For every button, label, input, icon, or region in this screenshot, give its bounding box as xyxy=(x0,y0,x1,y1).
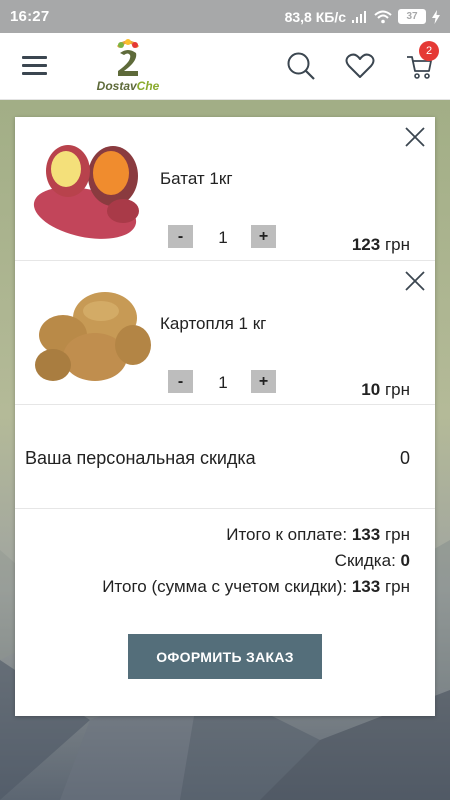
close-icon[interactable] xyxy=(403,269,427,293)
final-total-currency: грн xyxy=(384,577,410,596)
total-currency: грн xyxy=(384,525,410,544)
discount-total-row: Скидка: 0 xyxy=(102,548,410,574)
decrease-quantity-button[interactable]: - xyxy=(168,370,193,393)
item-price-currency: грн xyxy=(384,380,410,399)
quantity-value: 1 xyxy=(218,228,228,247)
order-totals: Итого к оплате: 133 грн Скидка: 0 Итого … xyxy=(102,522,410,600)
logo-text-accent: Che xyxy=(136,79,160,93)
search-icon[interactable] xyxy=(286,51,316,81)
logo[interactable]: DostavChe xyxy=(88,39,168,95)
network-speed: 83,8 КБ/с xyxy=(284,8,346,25)
increase-quantity-button[interactable]: + xyxy=(251,370,276,393)
total-label: Итого к оплате: xyxy=(226,525,348,544)
final-total-row: Итого (сумма с учетом скидки): 133 грн xyxy=(102,574,410,600)
total-row: Итого к оплате: 133 грн xyxy=(102,522,410,548)
personal-discount-label: Ваша персональная скидка xyxy=(25,448,256,468)
signal-icon xyxy=(352,10,368,23)
increase-quantity-button[interactable]: + xyxy=(251,225,276,248)
item-price-value: 10 xyxy=(361,380,381,399)
place-order-button[interactable]: ОФОРМИТЬ ЗАКАЗ xyxy=(128,634,322,679)
battery-icon: 37 xyxy=(398,9,426,24)
status-time: 16:27 xyxy=(10,8,50,25)
heart-icon[interactable] xyxy=(345,51,375,81)
logo-text-main: Dostav xyxy=(96,79,137,93)
item-name: Батат 1кг xyxy=(160,169,233,188)
item-price-currency: грн xyxy=(384,235,410,254)
charging-icon xyxy=(432,9,440,24)
discount-total-value: 0 xyxy=(400,551,410,570)
sweet-potato-image xyxy=(33,145,139,239)
potato-image xyxy=(35,292,151,381)
app-header: DostavChe 2 xyxy=(0,33,450,100)
menu-icon[interactable] xyxy=(22,56,47,76)
item-name: Картопля 1 кг xyxy=(160,314,267,333)
decrease-quantity-button[interactable]: - xyxy=(168,225,193,248)
quantity-value: 1 xyxy=(218,373,228,392)
item-price: 10 грн xyxy=(361,380,410,400)
cart-count-badge: 2 xyxy=(419,41,439,61)
status-indicators: 83,8 КБ/с 37 xyxy=(285,9,440,25)
personal-discount-row: Ваша персональная скидка 0 xyxy=(15,406,435,509)
final-total-value: 133 xyxy=(351,577,381,596)
wifi-icon xyxy=(374,10,392,23)
discount-total-label: Скидка: xyxy=(334,551,396,570)
status-bar: 16:27 83,8 КБ/с 37 xyxy=(0,0,450,33)
item-price-value: 123 xyxy=(351,235,381,254)
item-price: 123 грн xyxy=(352,235,410,255)
total-value: 133 xyxy=(351,525,381,544)
logo-mark-icon xyxy=(116,39,140,76)
cart-item: Батат 1кг - 1 + 123 грн xyxy=(15,117,435,261)
cart-card: Батат 1кг - 1 + 123 грн Картопля 1 кг - … xyxy=(15,117,435,716)
close-icon[interactable] xyxy=(403,125,427,149)
battery-level: 37 xyxy=(406,11,418,22)
final-total-label: Итого (сумма с учетом скидки): xyxy=(102,577,348,596)
personal-discount-value: 0 xyxy=(399,448,410,468)
logo-text: DostavChe xyxy=(88,79,168,93)
cart-item: Картопля 1 кг - 1 + 10 грн xyxy=(15,261,435,405)
